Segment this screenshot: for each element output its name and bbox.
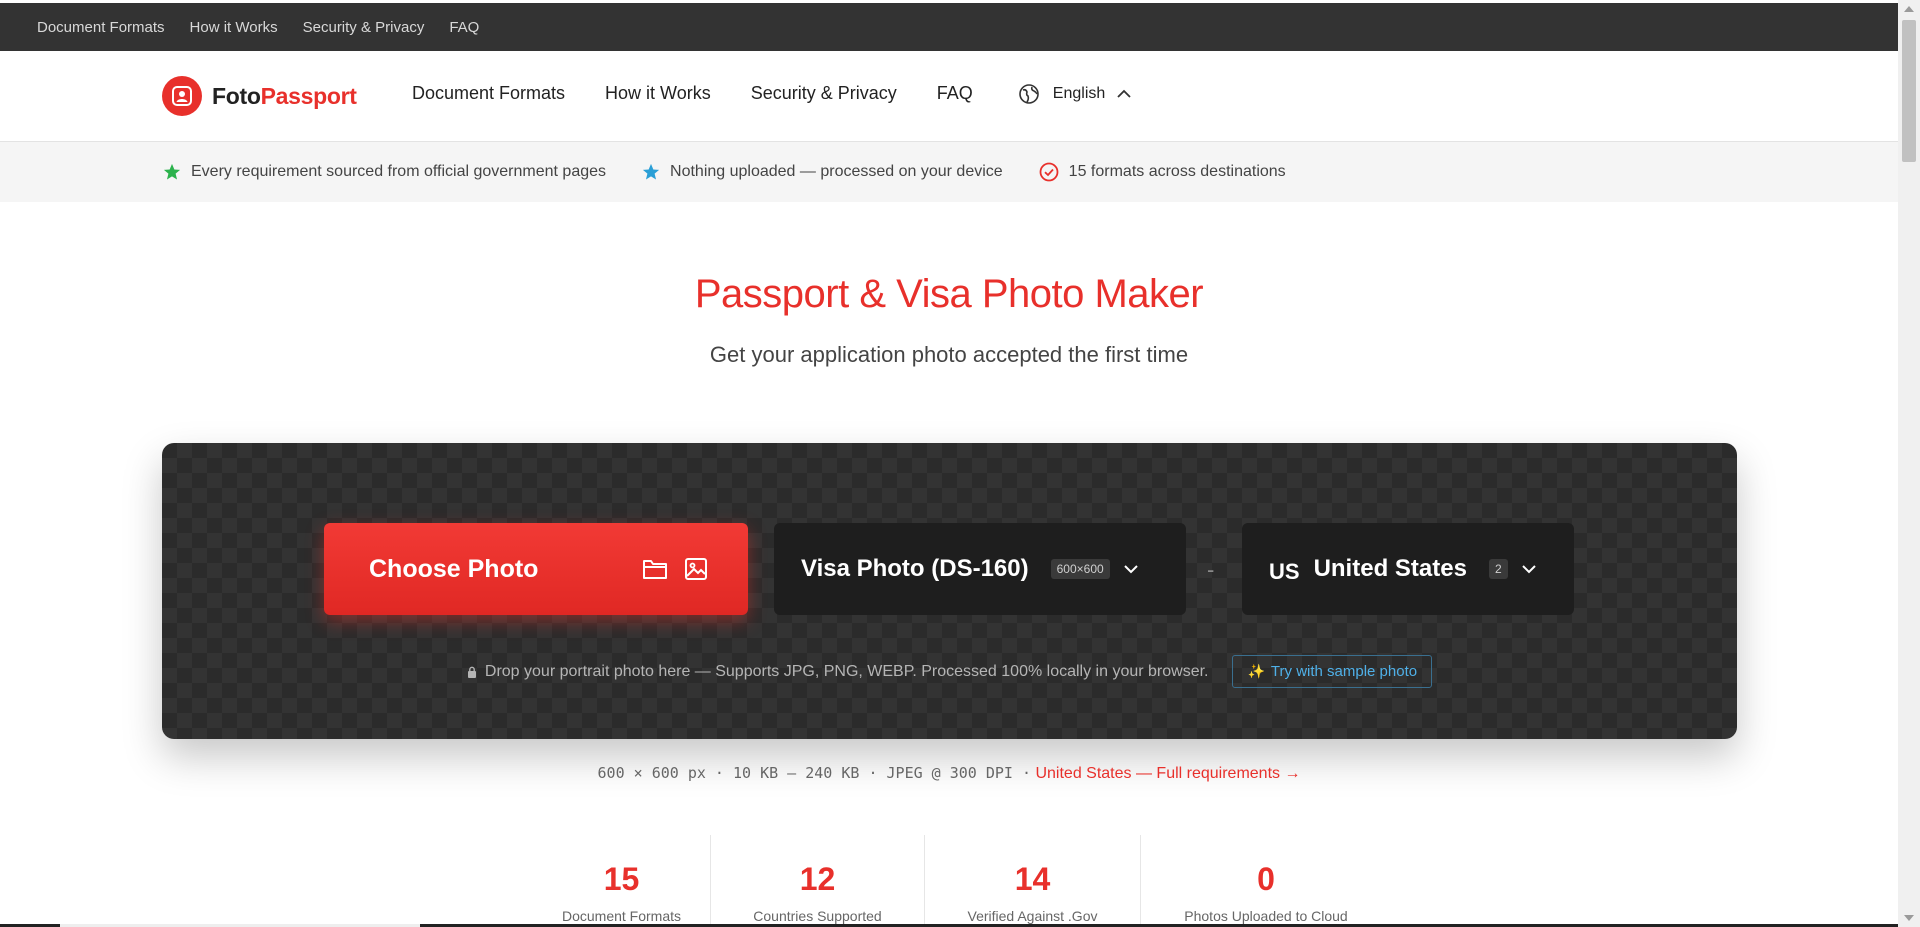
main-header: FotoPassport Document Formats How it Wor… — [0, 51, 1898, 142]
try-sample-photo-button[interactable]: ✨ Try with sample photo — [1232, 655, 1433, 688]
star-icon — [163, 163, 181, 180]
selector-separator: - — [1207, 557, 1215, 582]
logo-text-passport: Passport — [260, 82, 357, 109]
format-spec-line: 600 × 600 px · 10 KB – 240 KB · JPEG @ 3… — [0, 764, 1898, 783]
photo-upload-panel[interactable]: Choose Photo Visa Photo (DS-160) 600×600… — [162, 443, 1737, 739]
stat-label: Document Formats — [561, 908, 682, 924]
image-icon[interactable] — [684, 557, 708, 581]
logo[interactable]: FotoPassport — [162, 76, 357, 116]
country-label: United States — [1313, 555, 1467, 582]
trust-item-text: Every requirement sourced from official … — [191, 163, 607, 180]
country-select[interactable]: US United States 2 — [1242, 523, 1574, 615]
stat-number: 0 — [1257, 861, 1275, 897]
stat-photos-uploaded: 0 Photos Uploaded to Cloud — [1141, 835, 1391, 927]
stat-number: 12 — [799, 861, 836, 897]
folder-icon[interactable] — [642, 558, 668, 580]
stat-document-formats: 15 Document Formats — [533, 835, 711, 927]
document-format-select[interactable]: Visa Photo (DS-160) 600×600 — [774, 523, 1186, 615]
nav-link-security-privacy[interactable]: Security & Privacy — [751, 83, 897, 104]
chevron-up-icon — [1117, 89, 1131, 98]
stat-countries-supported: 12 Countries Supported — [711, 835, 925, 927]
trust-item-text: Nothing uploaded — processed on your dev… — [670, 163, 1003, 180]
topbar-link-faq[interactable]: FAQ — [449, 19, 479, 36]
topbar-link-document-formats[interactable]: Document Formats — [37, 19, 165, 36]
globe-icon — [1018, 83, 1039, 104]
nav-link-document-formats[interactable]: Document Formats — [412, 83, 565, 104]
sparkles-icon: ✨ — [1247, 663, 1265, 679]
stat-label: Verified Against .Gov — [967, 908, 1098, 924]
country-flag-code: US — [1269, 559, 1300, 584]
stat-label: Photos Uploaded to Cloud — [1184, 908, 1348, 924]
stats-row: 15 Document Formats 12 Countries Support… — [533, 835, 1391, 927]
topbar-link-security-privacy[interactable]: Security & Privacy — [303, 19, 425, 36]
page-title: Passport & Visa Photo Maker — [694, 272, 1204, 316]
logo-text: FotoPassport — [212, 83, 357, 110]
main-nav: Document Formats How it Works Security &… — [412, 83, 1145, 104]
star-icon — [642, 163, 660, 180]
format-label: Visa Photo (DS-160) — [801, 555, 1029, 582]
topbar-link-how-it-works[interactable]: How it Works — [190, 19, 278, 36]
page-subtitle: Get your application photo accepted the … — [709, 342, 1189, 367]
choose-photo-button[interactable]: Choose Photo — [324, 523, 748, 615]
lock-icon — [467, 666, 477, 678]
chevron-down-icon — [1123, 564, 1138, 574]
nav-link-faq[interactable]: FAQ — [937, 83, 973, 104]
format-spec-text: 600 × 600 px · 10 KB – 240 KB · JPEG @ 3… — [597, 764, 1032, 782]
trust-item-text: 15 formats across destinations — [1068, 163, 1286, 180]
scrollbar-thumb[interactable] — [1902, 20, 1916, 162]
try-sample-label: Try with sample photo — [1270, 663, 1418, 680]
format-size-badge: 600×600 — [1050, 559, 1110, 579]
check-circle-icon — [1039, 162, 1059, 182]
trust-item-local-processing: Nothing uploaded — processed on your dev… — [642, 163, 1003, 181]
stat-label: Countries Supported — [753, 908, 882, 924]
top-utility-bar: Document Formats How it Works Security &… — [0, 3, 1898, 51]
stat-verified-gov: 14 Verified Against .Gov — [925, 835, 1141, 927]
stat-number: 15 — [603, 861, 640, 897]
vertical-scrollbar[interactable] — [1898, 0, 1920, 927]
chevron-down-icon — [1521, 564, 1536, 574]
logo-text-foto: Foto — [212, 82, 261, 109]
trust-item-official-sources: Every requirement sourced from official … — [163, 163, 606, 181]
country-count-badge: 2 — [1488, 559, 1508, 579]
scroll-up-arrow-icon[interactable] — [1904, 6, 1914, 12]
person-icon — [162, 76, 202, 116]
drop-zone-text: Drop your portrait photo here — Supports… — [484, 662, 1209, 680]
trust-item-formats: 15 formats across destinations — [1039, 162, 1286, 182]
language-label: English — [1052, 84, 1106, 102]
drop-zone-hint: Drop your portrait photo here — Supports… — [162, 655, 1737, 688]
nav-link-how-it-works[interactable]: How it Works — [605, 83, 711, 104]
choose-photo-label: Choose Photo — [369, 554, 539, 583]
full-requirements-link[interactable]: United States — Full requirements → — [1035, 765, 1300, 782]
language-selector[interactable]: English — [1018, 83, 1145, 104]
trust-strip: Every requirement sourced from official … — [0, 142, 1898, 202]
scroll-down-arrow-icon[interactable] — [1904, 915, 1914, 921]
stat-number: 14 — [1014, 861, 1051, 897]
